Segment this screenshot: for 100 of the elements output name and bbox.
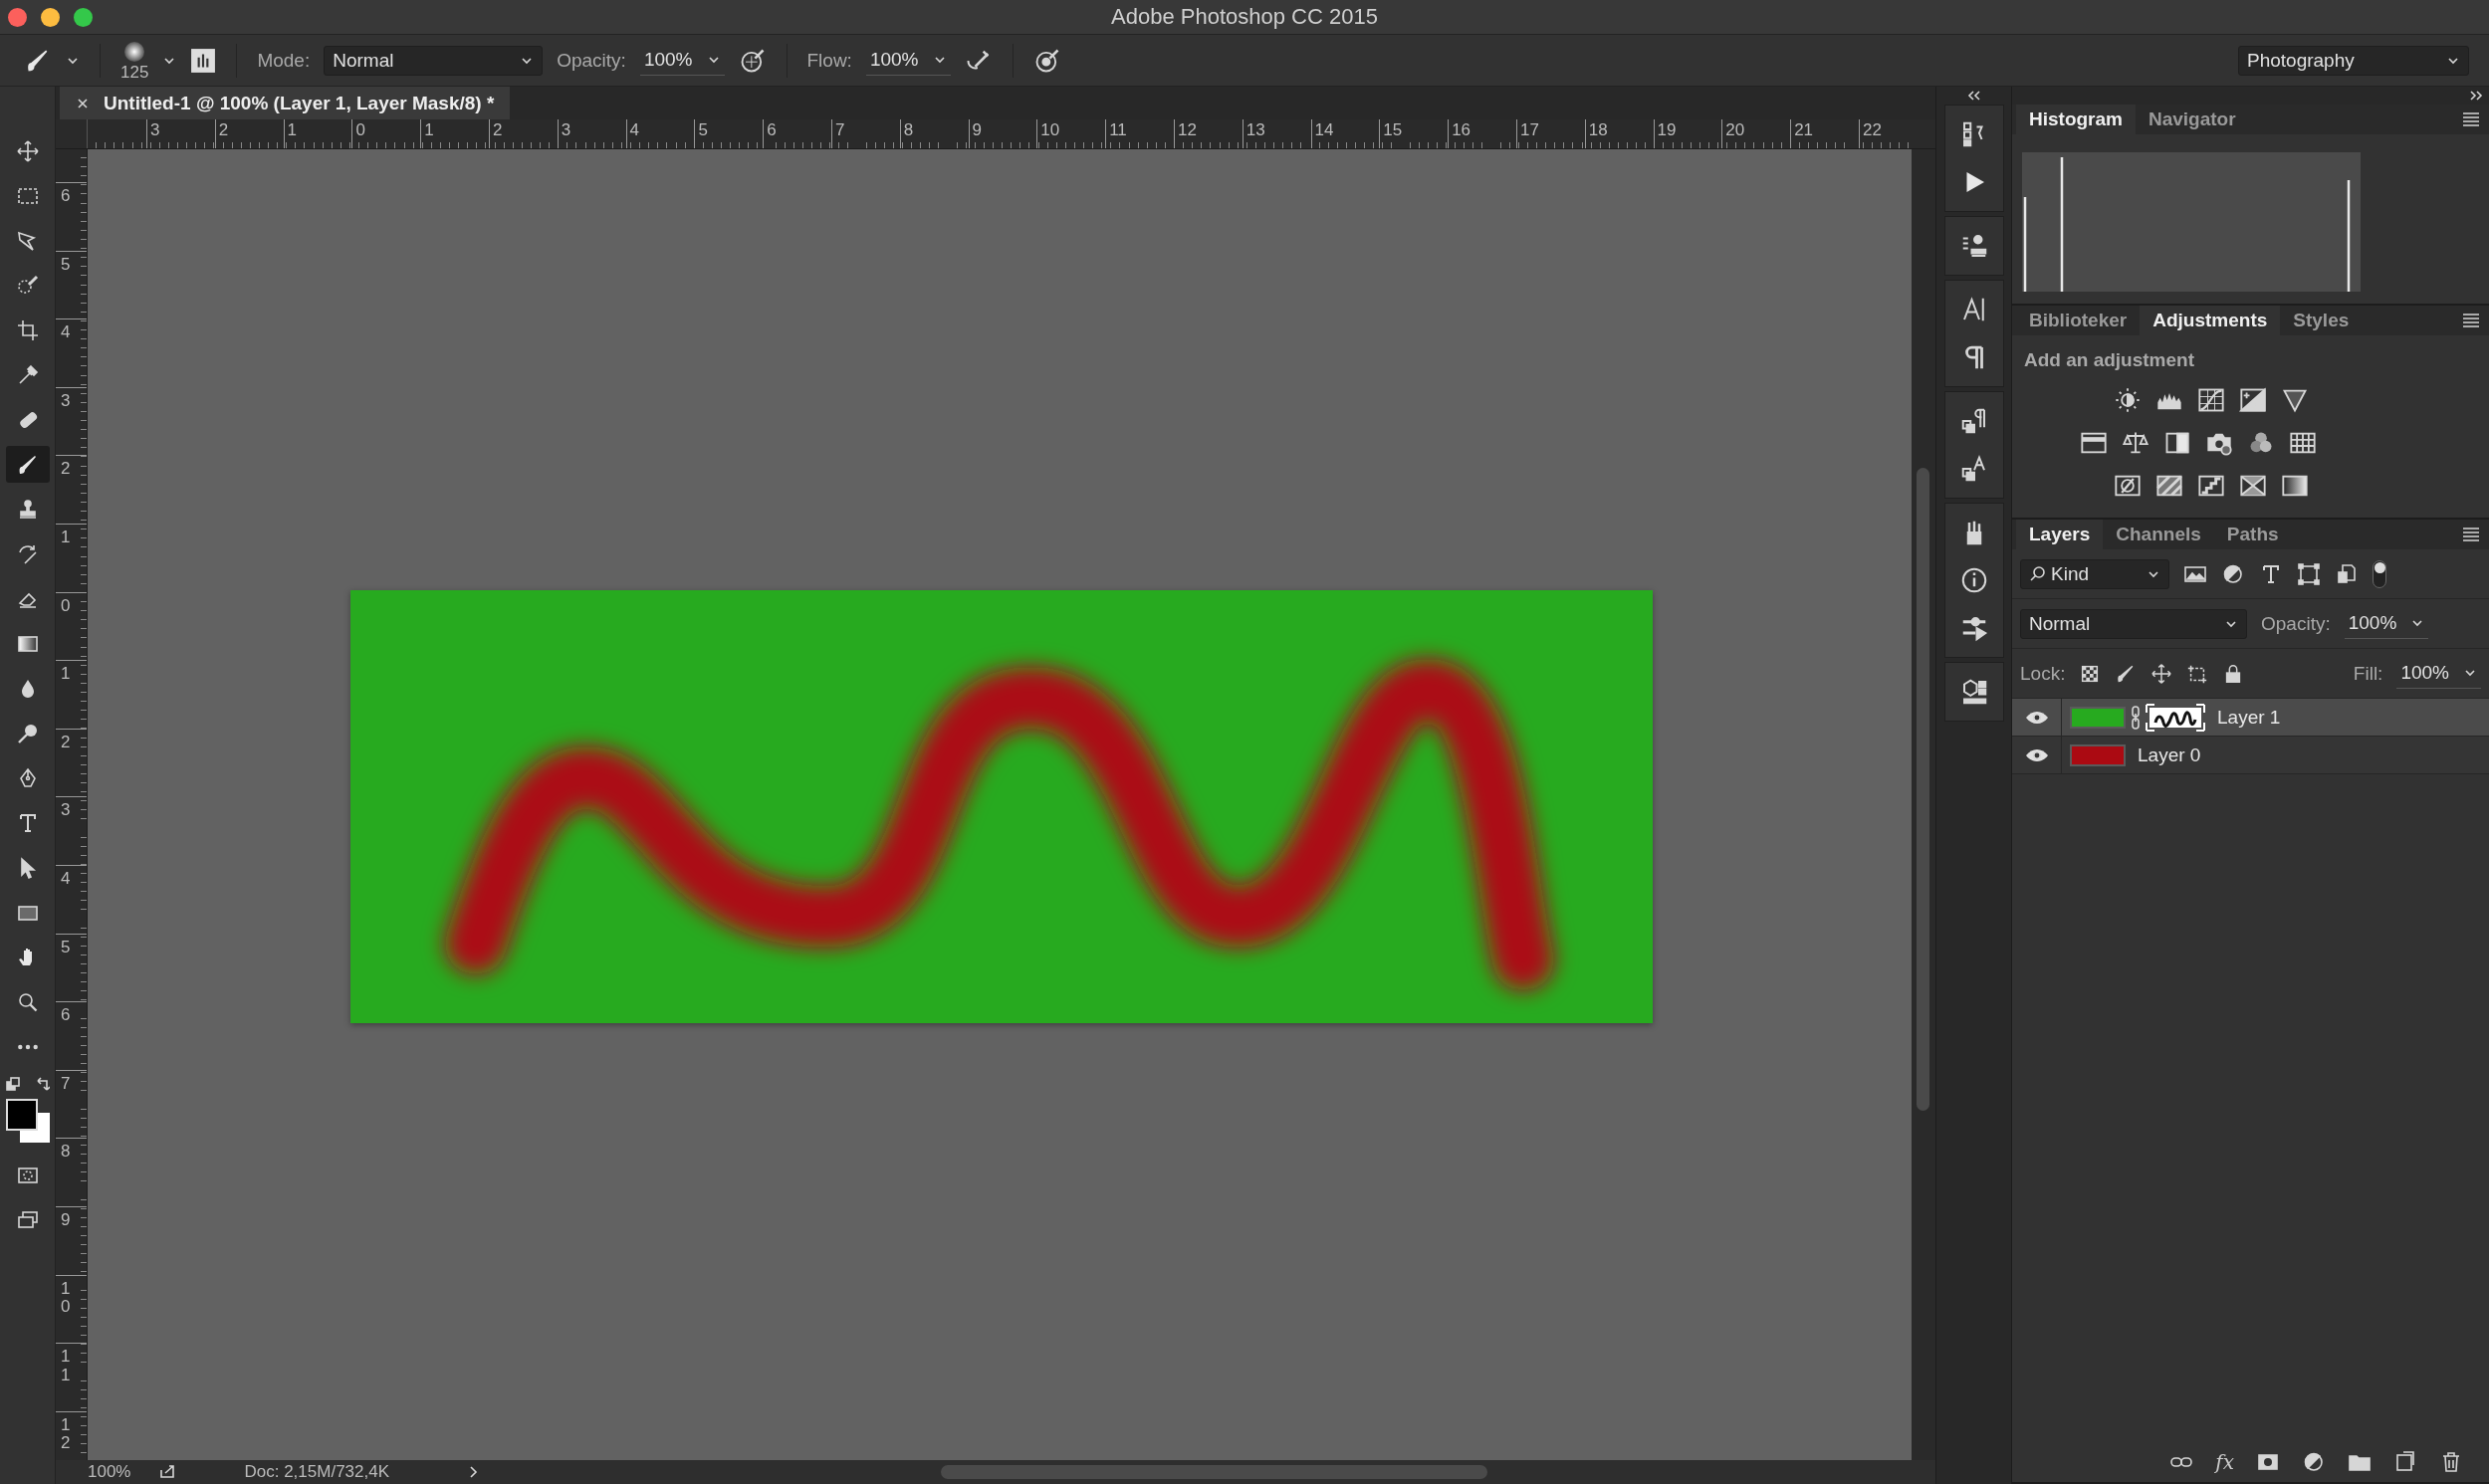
collapse-icon[interactable] xyxy=(1966,90,1981,102)
ruler-label: 4 xyxy=(61,323,72,342)
minimize-button[interactable] xyxy=(41,7,60,27)
fill-label: Fill: xyxy=(2353,662,2383,685)
ruler-label: 5 xyxy=(698,119,708,141)
ruler-label: 13 xyxy=(1245,119,1265,141)
zoom-button[interactable] xyxy=(74,7,93,27)
ruler-label: 2 xyxy=(218,119,229,141)
ruler-label: 12 xyxy=(61,1415,72,1454)
ruler-label: 7 xyxy=(61,1074,72,1094)
brush-panel-icon[interactable] xyxy=(190,47,217,74)
ruler-label: 2 xyxy=(61,460,72,480)
ruler-label: 8 xyxy=(61,1143,72,1162)
fill-field[interactable]: 100% xyxy=(2396,658,2481,689)
ruler-label: 20 xyxy=(1725,119,1745,141)
flow-field[interactable]: 100% xyxy=(865,45,951,76)
workspace-dropdown[interactable]: Photography xyxy=(2238,45,2469,76)
layer-row[interactable]: Layer 1 xyxy=(2012,699,2489,737)
blend-mode-dropdown[interactable]: Normal xyxy=(2020,608,2247,639)
shape-filter-icon[interactable] xyxy=(2297,561,2321,586)
new-layer-icon[interactable] xyxy=(2393,1450,2417,1474)
tool-button[interactable] xyxy=(5,446,50,483)
adjustments-heading: Add an adjustment xyxy=(2024,349,2194,370)
expand-icon[interactable] xyxy=(2469,90,2483,102)
panel-menu-icon[interactable] xyxy=(2461,109,2481,129)
ruler-label: 3 xyxy=(61,801,72,821)
curves-icon[interactable] xyxy=(2196,386,2225,414)
close-button[interactable] xyxy=(8,7,27,27)
ruler-label: 3 xyxy=(561,119,571,141)
ruler-label: 18 xyxy=(1588,119,1608,141)
layer-row[interactable]: Layer 0 xyxy=(2012,737,2489,774)
ruler-label: 10 xyxy=(1040,119,1060,141)
ruler-label: 14 xyxy=(1314,119,1334,141)
mode-dropdown[interactable]: Normal xyxy=(324,45,544,76)
color-swatches-drawing[interactable] xyxy=(5,1099,50,1145)
lock-label: Lock: xyxy=(2020,662,2066,685)
ruler-label: 5 xyxy=(61,255,72,275)
visibility-toggle[interactable] xyxy=(2024,709,2049,726)
brightness-contrast-icon[interactable] xyxy=(2113,386,2142,414)
ruler-label: 19 xyxy=(1657,119,1677,141)
swap-colors-icon[interactable] xyxy=(35,1077,50,1091)
ruler-label: 9 xyxy=(972,119,983,141)
panel-tab[interactable]: Adjustments xyxy=(2140,306,2281,335)
ruler-label: 11 xyxy=(61,1348,72,1385)
exposure-icon[interactable] xyxy=(2238,386,2267,414)
mode-label: Mode: xyxy=(257,49,311,72)
export-icon[interactable] xyxy=(158,1463,177,1481)
brush-tip-icon[interactable] xyxy=(122,39,147,64)
zoom-level: 100% xyxy=(88,1462,131,1482)
ruler-label: 21 xyxy=(1794,119,1814,141)
ruler-label: 1 xyxy=(61,665,72,684)
window-title: Adobe Photoshop CC 2015 xyxy=(1111,4,1378,30)
ruler-label: 11 xyxy=(1109,119,1127,141)
panel-tab[interactable]: Layers xyxy=(2016,520,2104,549)
opacity-field[interactable]: 100% xyxy=(639,45,725,76)
chain-link-icon[interactable] xyxy=(2130,705,2142,730)
ruler-label: 0 xyxy=(61,596,72,616)
layer-style-button[interactable]: fx xyxy=(2215,1450,2234,1474)
close-icon[interactable] xyxy=(76,96,90,110)
panel-menu-icon[interactable] xyxy=(2461,311,2481,330)
ruler-label: 5 xyxy=(61,938,72,957)
move-tool-icon xyxy=(15,138,40,163)
scrollbar-thumb[interactable] xyxy=(941,1465,1487,1479)
ruler-label: 3 xyxy=(61,391,72,411)
document-tab[interactable]: Untitled-1 @ 100% (Layer 1, Layer Mask/8) * xyxy=(60,87,511,119)
ruler-label: 1 xyxy=(424,119,434,141)
opacity-label: Opacity: xyxy=(557,49,626,72)
opacity-label: Opacity: xyxy=(2261,612,2331,635)
layer-mask-thumbnail[interactable] xyxy=(2146,703,2205,732)
ruler-label: 4 xyxy=(629,119,640,141)
panel-tab[interactable]: Histogram xyxy=(2016,105,2136,134)
ruler-label: 6 xyxy=(61,1006,72,1025)
layer-name: Layer 0 xyxy=(2138,743,2201,766)
visibility-toggle[interactable] xyxy=(2024,746,2049,763)
eye-icon xyxy=(2024,746,2049,763)
scrollbar-thumb[interactable] xyxy=(1917,468,1929,1111)
panel-menu-icon[interactable] xyxy=(2461,525,2481,544)
ruler-label: 10 xyxy=(61,1279,72,1317)
flow-label: Flow: xyxy=(806,49,852,72)
ruler-label: 3 xyxy=(150,119,160,141)
opacity-field[interactable]: 100% xyxy=(2344,608,2429,639)
filter-toggle[interactable] xyxy=(2373,559,2386,588)
adjustment-layer-icon[interactable] xyxy=(2302,1450,2326,1474)
smart-object-filter-icon[interactable] xyxy=(2335,561,2359,586)
more-tools-icon xyxy=(16,1043,39,1050)
ruler-label: 12 xyxy=(1177,119,1197,141)
ruler-label: 8 xyxy=(903,119,914,141)
lock-position-icon[interactable] xyxy=(2150,662,2173,685)
layer-filter-dropdown[interactable]: Kind xyxy=(2020,558,2169,589)
ruler-label: 6 xyxy=(61,187,72,206)
ruler-label: 17 xyxy=(1519,119,1539,141)
layer-name: Layer 1 xyxy=(2217,706,2281,729)
default-colors-icon[interactable] xyxy=(5,1077,20,1091)
ruler-label: 15 xyxy=(1383,119,1403,141)
ruler-label: 0 xyxy=(355,119,365,141)
ruler-label: 9 xyxy=(61,1210,72,1230)
ruler-label: 1 xyxy=(61,528,72,547)
ruler-label: 4 xyxy=(61,869,72,889)
document-info: Doc: 2,15M/732,4K xyxy=(244,1462,389,1482)
ruler-label: 7 xyxy=(834,119,845,141)
